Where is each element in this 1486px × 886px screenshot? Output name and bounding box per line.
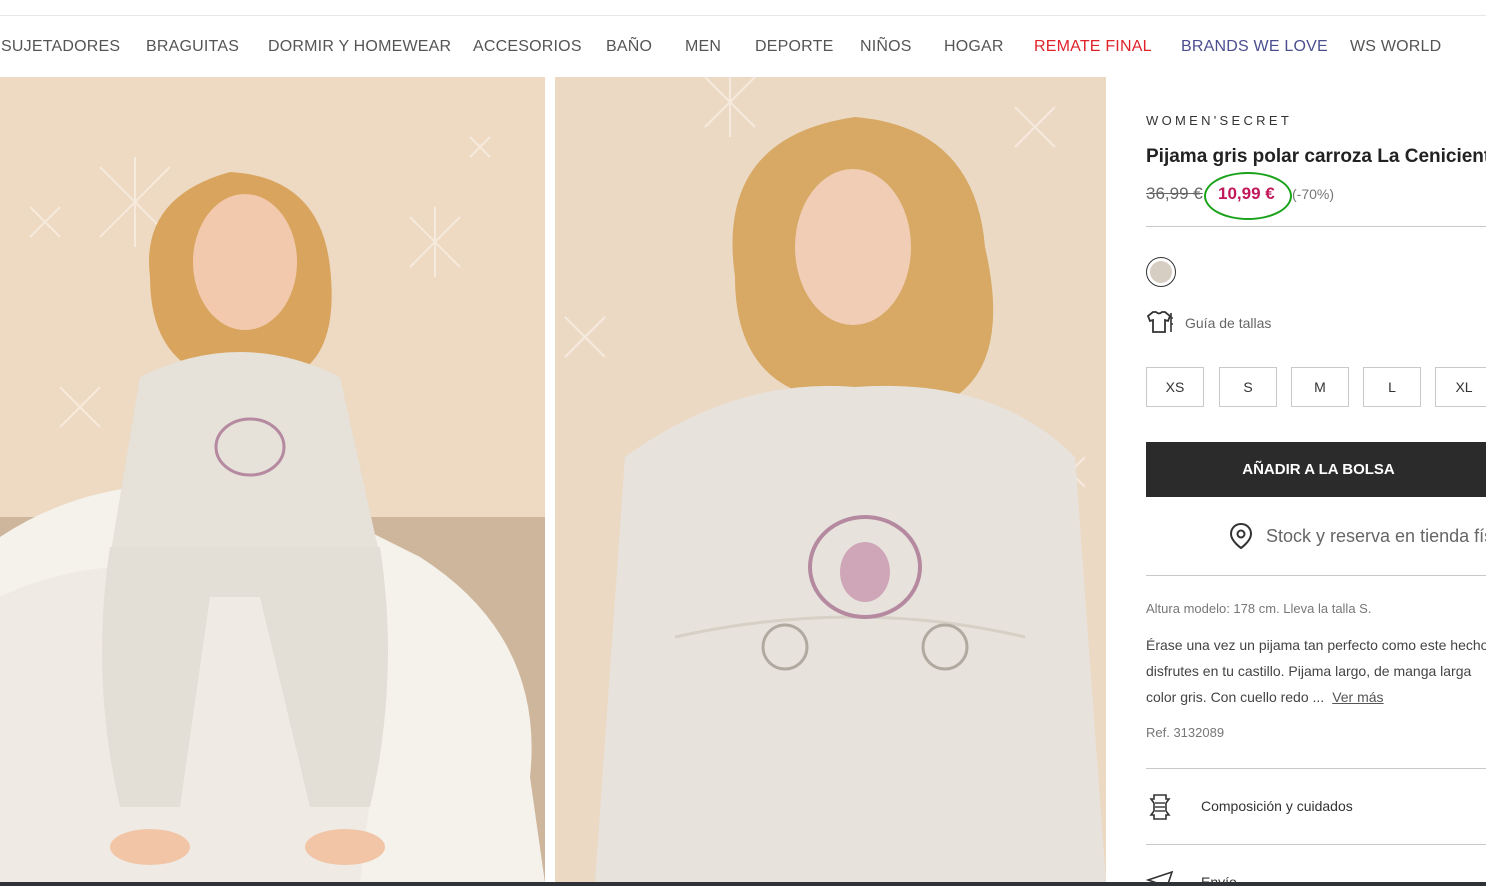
nav-item-deporte[interactable]: DEPORTE: [755, 38, 833, 56]
nav-item-braguitas[interactable]: BRAGUITAS: [146, 38, 239, 56]
add-to-bag-button[interactable]: AÑADIR A LA BOLSA: [1146, 442, 1486, 497]
care-label-icon: [1149, 794, 1171, 820]
divider: [1146, 226, 1486, 227]
size-option-l[interactable]: L: [1363, 367, 1421, 407]
size-option-xl[interactable]: XL: [1435, 367, 1486, 407]
description-line-text: color gris. Con cuello redo ...: [1146, 689, 1325, 705]
composition-care-label: Composición y cuidados: [1201, 798, 1353, 814]
product-panel: WOMEN'SECRET Pijama gris polar carroza L…: [1146, 0, 1486, 886]
see-more-link[interactable]: Ver más: [1332, 689, 1383, 705]
product-title: Pijama gris polar carroza La Cenicienta: [1146, 146, 1486, 167]
nav-item-dormir-homewear[interactable]: DORMIR Y HOMEWEAR: [268, 38, 451, 56]
divider: [1146, 575, 1486, 576]
product-photo-standing[interactable]: [555, 77, 1106, 883]
nav-item-sujetadores[interactable]: SUJETADORES: [1, 38, 120, 56]
color-swatch-grey[interactable]: [1146, 257, 1176, 287]
location-pin-icon: [1229, 522, 1253, 550]
size-option-xs[interactable]: XS: [1146, 367, 1204, 407]
divider: [1146, 768, 1486, 769]
model-info: Altura modelo: 178 cm. Lleva la talla S.: [1146, 601, 1372, 616]
nav-item-hogar[interactable]: HOGAR: [944, 38, 1004, 56]
shirt-icon: [1146, 311, 1173, 333]
nav-item-men[interactable]: MEN: [685, 38, 721, 56]
size-option-s[interactable]: S: [1219, 367, 1277, 407]
nav-item-remate-final[interactable]: REMATE FINAL: [1034, 38, 1152, 56]
nav-item-bano[interactable]: BAÑO: [606, 38, 652, 56]
product-reference: Ref. 3132089: [1146, 725, 1225, 740]
product-photo-sitting[interactable]: [0, 77, 545, 883]
old-price: 36,99 €: [1146, 184, 1203, 203]
nav-item-accesorios[interactable]: ACCESORIOS: [473, 38, 582, 56]
nav-item-ninos[interactable]: NIÑOS: [860, 38, 912, 56]
store-stock-label: Stock y reserva en tienda física: [1266, 526, 1486, 546]
discount-badge: (-70%): [1292, 186, 1335, 202]
product-description: Érase una vez un pijama tan perfecto com…: [1146, 632, 1486, 710]
brand-name: WOMEN'SECRET: [1146, 113, 1293, 128]
size-selector: XS S M L XL: [1146, 367, 1486, 407]
description-line-last: color gris. Con cuello redo ... Ver más: [1146, 684, 1486, 710]
divider: [1146, 844, 1486, 845]
price-highlight-circle: [1204, 172, 1292, 220]
description-line: disfrutes en tu castillo. Pijama largo, …: [1146, 663, 1472, 679]
description-line: Érase una vez un pijama tan perfecto com…: [1146, 637, 1486, 653]
size-option-m[interactable]: M: [1291, 367, 1349, 407]
send-icon: [1146, 870, 1174, 886]
swatch-fill: [1150, 261, 1172, 283]
shipping-label: Envío: [1201, 874, 1237, 886]
size-guide-label: Guía de tallas: [1185, 315, 1272, 331]
